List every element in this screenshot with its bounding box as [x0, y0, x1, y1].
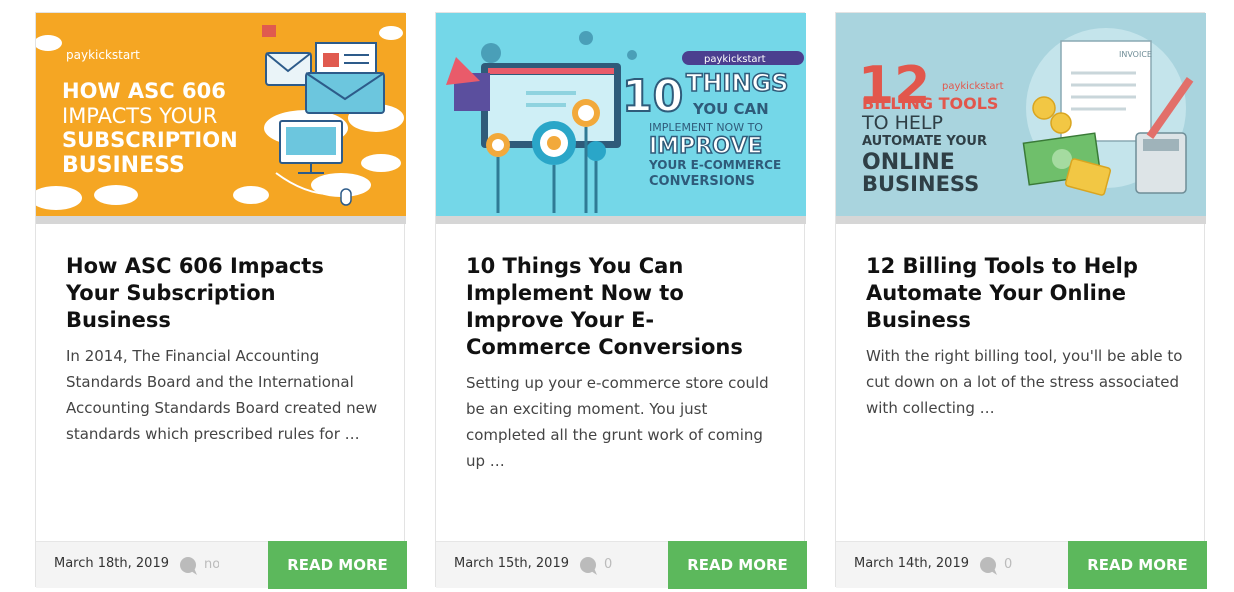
read-more-button[interactable]: READ MORE: [668, 541, 807, 589]
thumbnail-divider: [836, 216, 1206, 224]
post-excerpt: In 2014, The Financial Accounting Standa…: [66, 347, 378, 443]
post-card-billing-tools: INVOICE 12 paykickstart BILLING TOOLS TO…: [835, 12, 1207, 589]
svg-text:TO HELP: TO HELP: [861, 112, 943, 134]
svg-text:BILLING TOOLS: BILLING TOOLS: [862, 94, 998, 113]
svg-text:10: 10: [622, 71, 683, 122]
post-title[interactable]: 10 Things You Can Implement Now to Impro…: [466, 253, 776, 361]
svg-text:CONVERSIONS: CONVERSIONS: [649, 174, 755, 189]
comment-bubble-icon: [980, 557, 997, 575]
post-date: March 14th, 2019: [854, 556, 969, 571]
post-footer: March 18th, 2019 no READ MORE: [36, 541, 407, 589]
svg-text:IMPACTS YOUR: IMPACTS YOUR: [62, 104, 217, 128]
paykickstart-logo: paykickstart: [66, 48, 140, 62]
post-footer: March 15th, 2019 0 READ MORE: [436, 541, 807, 589]
post-thumbnail[interactable]: paykickstart HOW ASC 606 IMPACTS YOUR SU…: [36, 13, 406, 216]
comment-count: 0: [604, 557, 613, 572]
post-excerpt: Setting up your e-commerce store could b…: [466, 374, 769, 470]
post-title[interactable]: 12 Billing Tools to Help Automate Your O…: [866, 253, 1176, 334]
comment-count: no: [204, 557, 219, 572]
comments-link[interactable]: 0: [579, 555, 619, 577]
post-date: March 18th, 2019: [54, 556, 169, 571]
comments-link[interactable]: 0: [979, 555, 1019, 577]
post-card-asc606: paykickstart HOW ASC 606 IMPACTS YOUR SU…: [35, 12, 407, 589]
svg-text:BUSINESS: BUSINESS: [862, 172, 979, 196]
comment-count: 0: [1004, 557, 1013, 572]
svg-text:AUTOMATE YOUR: AUTOMATE YOUR: [862, 134, 987, 149]
svg-text:SUBSCRIPTION: SUBSCRIPTION: [62, 128, 238, 152]
billing-illustration: INVOICE 12 paykickstart BILLING TOOLS TO…: [858, 28, 1194, 196]
comments-link[interactable]: no: [179, 555, 219, 577]
paykickstart-logo: paykickstart: [704, 54, 766, 65]
post-card-ecommerce: paykickstart 10 THINGS YOU CAN IMPLEMENT…: [435, 12, 807, 589]
asc606-illustration: paykickstart HOW ASC 606 IMPACTS YOUR SU…: [36, 25, 404, 210]
svg-text:INVOICE: INVOICE: [1119, 50, 1152, 59]
svg-text:HOW ASC 606: HOW ASC 606: [62, 79, 226, 103]
post-date: March 15th, 2019: [454, 556, 569, 571]
svg-text:IMPLEMENT NOW TO: IMPLEMENT NOW TO: [649, 121, 763, 134]
post-thumbnail[interactable]: paykickstart 10 THINGS YOU CAN IMPLEMENT…: [436, 13, 806, 216]
read-more-button[interactable]: READ MORE: [268, 541, 407, 589]
svg-text:THINGS: THINGS: [686, 69, 788, 97]
thumbnail-divider: [436, 216, 806, 224]
post-footer: March 14th, 2019 0 READ MORE: [836, 541, 1207, 589]
svg-text:BUSINESS: BUSINESS: [62, 153, 185, 178]
post-title[interactable]: How ASC 606 Impacts Your Subscription Bu…: [66, 253, 376, 334]
svg-text:YOUR E-COMMERCE: YOUR E-COMMERCE: [648, 158, 781, 172]
post-thumbnail[interactable]: INVOICE 12 paykickstart BILLING TOOLS TO…: [836, 13, 1206, 216]
paykickstart-logo: paykickstart: [942, 81, 1004, 92]
svg-text:YOU CAN: YOU CAN: [692, 100, 769, 118]
read-more-button[interactable]: READ MORE: [1068, 541, 1207, 589]
comment-bubble-icon: [180, 557, 197, 575]
svg-text:IMPROVE: IMPROVE: [649, 134, 762, 159]
comment-bubble-icon: [580, 557, 597, 575]
thumbnail-divider: [36, 216, 406, 224]
ecommerce-illustration: paykickstart 10 THINGS YOU CAN IMPLEMENT…: [446, 31, 804, 213]
post-excerpt: With the right billing tool, you'll be a…: [866, 347, 1183, 417]
